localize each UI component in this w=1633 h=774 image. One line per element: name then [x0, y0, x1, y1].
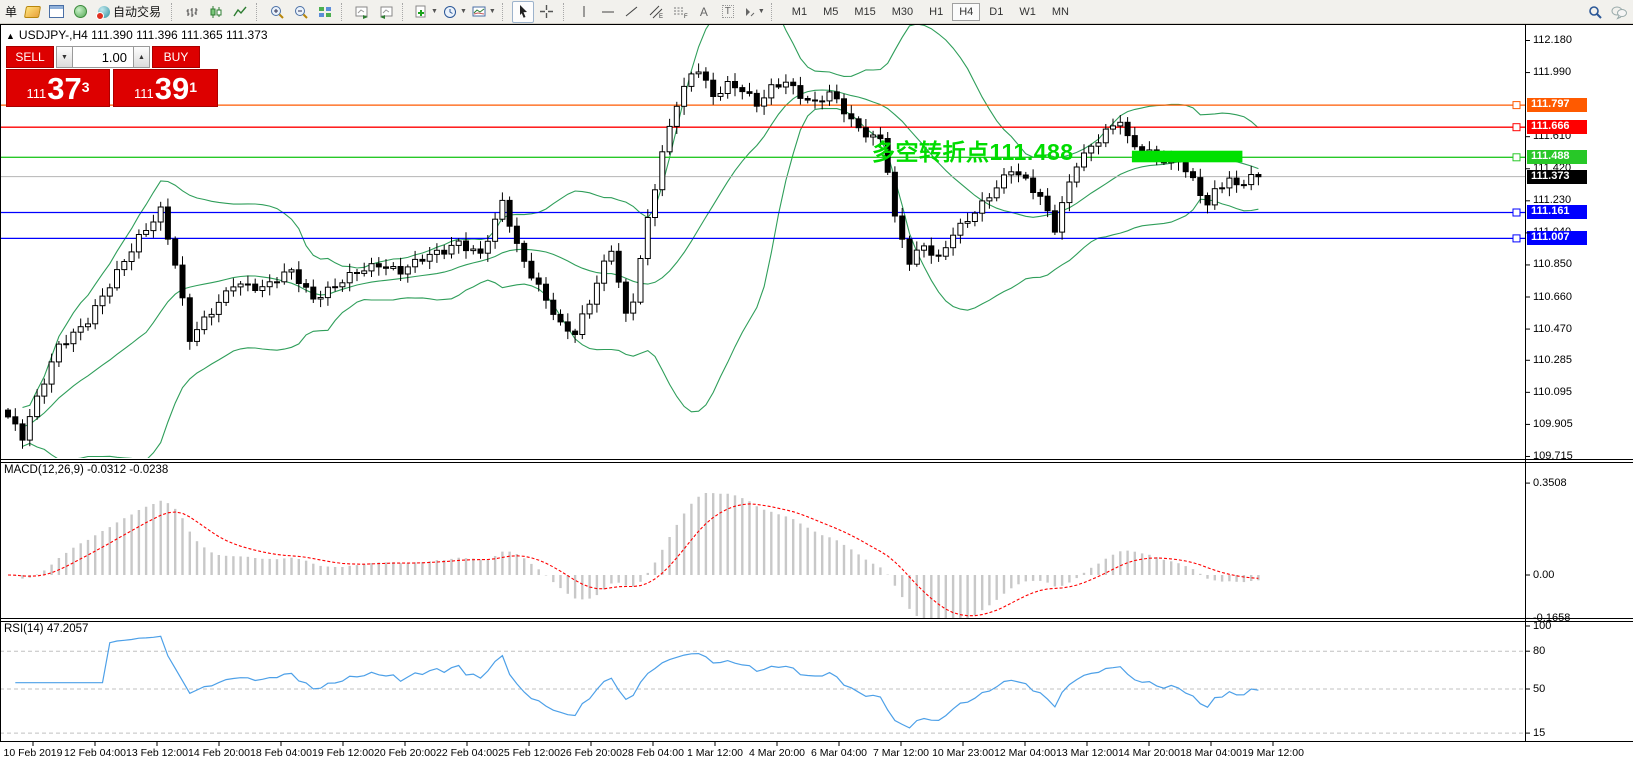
timeframe-h4[interactable]: H4 [952, 3, 980, 21]
volume-input[interactable]: 1.00 [73, 46, 133, 68]
timeframe-w1[interactable]: W1 [1012, 3, 1043, 21]
volume-decrease-button[interactable]: ▼ [56, 46, 73, 68]
trendline-button[interactable] [621, 1, 643, 23]
dropdown-arrow-icon: ▼ [460, 8, 467, 15]
timeframe-m5[interactable]: M5 [816, 3, 845, 21]
signals-icon[interactable] [69, 1, 91, 23]
order-book-icon[interactable] [21, 1, 43, 23]
dropdown-arrow-icon: ▼ [758, 8, 765, 15]
timeframe-h1[interactable]: H1 [922, 3, 950, 21]
vertical-line-button[interactable] [573, 1, 595, 23]
zoom-out-icon[interactable] [290, 1, 312, 23]
chart-canvas[interactable] [0, 0, 1633, 774]
autotrade-button[interactable]: 自动交易 [93, 1, 166, 23]
fibonacci-button[interactable]: F [669, 1, 691, 23]
svg-text:E: E [659, 14, 663, 19]
chart-title: ▲USDJPY-,H4 111.390 111.396 111.365 111.… [6, 28, 268, 42]
svg-text:F: F [684, 14, 688, 19]
sell-price[interactable]: 111373 [6, 69, 110, 107]
timeframe-bar: M1M5M15M30H1H4D1W1MN [784, 3, 1077, 21]
buy-price[interactable]: 111391 [113, 69, 218, 107]
templates-button[interactable]: ▼ [470, 1, 497, 23]
timeframe-m1[interactable]: M1 [785, 3, 814, 21]
macd-label: MACD(12,26,9) -0.0312 -0.0238 [4, 464, 168, 476]
timeframe-m15[interactable]: M15 [847, 3, 882, 21]
timeframe-d1[interactable]: D1 [982, 3, 1010, 21]
shapes-button[interactable]: ▼ [741, 1, 766, 23]
text-button[interactable]: A [693, 1, 715, 23]
chart-window-icon[interactable] [45, 1, 67, 23]
bar-chart-icon[interactable] [181, 1, 203, 23]
buy-button[interactable]: BUY [152, 46, 200, 68]
new-order-button[interactable]: ▼ [412, 1, 439, 23]
horizontal-line-button[interactable] [597, 1, 619, 23]
cursor-button[interactable] [512, 1, 534, 23]
zoom-in-icon[interactable] [266, 1, 288, 23]
label-button[interactable]: T [717, 1, 739, 23]
timeframe-mn[interactable]: MN [1045, 3, 1076, 21]
equidistant-channel-button[interactable]: E [645, 1, 667, 23]
search-icon[interactable] [1584, 1, 1606, 23]
sell-button[interactable]: SELL [6, 46, 54, 68]
autotrade-globe-icon [98, 6, 110, 18]
candlestick-chart-icon[interactable] [205, 1, 227, 23]
timeframe-m30[interactable]: M30 [885, 3, 920, 21]
volume-increase-button[interactable]: ▲ [133, 46, 150, 68]
chat-icon[interactable] [1608, 1, 1630, 23]
pivot-annotation: 多空转折点111.488 [872, 133, 1074, 167]
profile-previous-icon[interactable] [375, 1, 397, 23]
menu-fragment[interactable]: 单 [2, 3, 20, 20]
toolbar: 单 自动交易 ▼ ▼ ▼ E F A T ▼ M1M5M15M30H1H4D1W… [0, 0, 1633, 24]
rsi-label: RSI(14) 47.2057 [4, 623, 88, 635]
crosshair-button[interactable] [536, 1, 558, 23]
periods-button[interactable]: ▼ [441, 1, 468, 23]
profile-next-icon[interactable] [351, 1, 373, 23]
one-click-trade-panel: SELL ▼ 1.00 ▲ BUY 111373 111391 [6, 46, 218, 107]
dropdown-arrow-icon: ▼ [431, 8, 438, 15]
symbol-collapse-icon[interactable]: ▲ [6, 31, 15, 41]
tile-windows-icon[interactable] [314, 1, 336, 23]
dropdown-arrow-icon: ▼ [489, 8, 496, 15]
line-chart-icon[interactable] [229, 1, 251, 23]
